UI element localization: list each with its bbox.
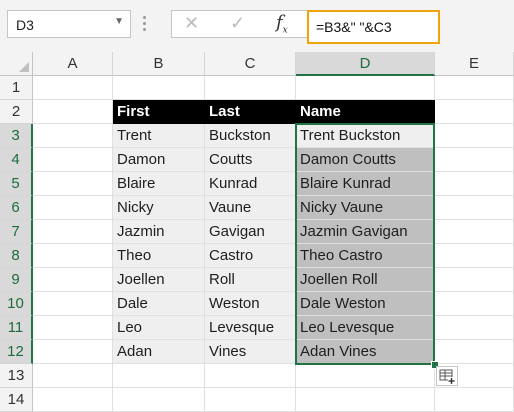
cell-a2[interactable] — [33, 100, 113, 124]
row-header-3[interactable]: 3 — [0, 124, 33, 148]
cell-b11[interactable]: Leo — [113, 316, 205, 340]
cell-a7[interactable] — [33, 220, 113, 244]
cell-b3[interactable]: Trent — [113, 124, 205, 148]
cell-c4[interactable]: Coutts — [205, 148, 296, 172]
cell-b13[interactable] — [113, 364, 205, 388]
cell-e12[interactable] — [435, 340, 514, 364]
formula-buttons: ✕ ✓ fx — [171, 10, 307, 38]
cell-c7[interactable]: Gavigan — [205, 220, 296, 244]
row-header-6[interactable]: 6 — [0, 196, 33, 220]
cell-b4[interactable]: Damon — [113, 148, 205, 172]
cell-a12[interactable] — [33, 340, 113, 364]
column-header-d[interactable]: D — [296, 52, 435, 76]
cell-c11[interactable]: Levesque — [205, 316, 296, 340]
cell-c5[interactable]: Kunrad — [205, 172, 296, 196]
row-header-5[interactable]: 5 — [0, 172, 33, 196]
cell-b7[interactable]: Jazmin — [113, 220, 205, 244]
cell-c1[interactable] — [205, 76, 296, 100]
formula-input[interactable]: =B3&" "&C3 — [307, 10, 440, 44]
close-icon[interactable]: ✕ — [184, 13, 199, 34]
cell-a4[interactable] — [33, 148, 113, 172]
cell-e5[interactable] — [435, 172, 514, 196]
cell-e8[interactable] — [435, 244, 514, 268]
column-header-e[interactable]: E — [435, 52, 514, 76]
cell-c6[interactable]: Vaune — [205, 196, 296, 220]
cell-b12[interactable]: Adan — [113, 340, 205, 364]
cell-e3[interactable] — [435, 124, 514, 148]
cell-b1[interactable] — [113, 76, 205, 100]
cell-e6[interactable] — [435, 196, 514, 220]
row-header-14[interactable]: 14 — [0, 388, 33, 412]
cell-d1[interactable] — [296, 76, 435, 100]
cell-b2[interactable]: First — [113, 100, 205, 124]
cell-e14[interactable] — [435, 388, 514, 412]
cell-a3[interactable] — [33, 124, 113, 148]
cell-b5[interactable]: Blaire — [113, 172, 205, 196]
chevron-down-icon[interactable]: ▼ — [114, 16, 124, 27]
row-header-9[interactable]: 9 — [0, 268, 33, 292]
cell-c9[interactable]: Roll — [205, 268, 296, 292]
cell-a6[interactable] — [33, 196, 113, 220]
cell-c2[interactable]: Last — [205, 100, 296, 124]
cell-e9[interactable] — [435, 268, 514, 292]
cell-a8[interactable] — [33, 244, 113, 268]
cell-e10[interactable] — [435, 292, 514, 316]
cell-e2[interactable] — [435, 100, 514, 124]
cell-b14[interactable] — [113, 388, 205, 412]
cell-e11[interactable] — [435, 316, 514, 340]
cell-e7[interactable] — [435, 220, 514, 244]
name-box-value: D3 — [16, 17, 34, 33]
cell-a14[interactable] — [33, 388, 113, 412]
cell-c8[interactable]: Castro — [205, 244, 296, 268]
cell-a9[interactable] — [33, 268, 113, 292]
formula-text: =B3&" "&C3 — [316, 19, 392, 35]
cell-b9[interactable]: Joellen — [113, 268, 205, 292]
cell-b6[interactable]: Nicky — [113, 196, 205, 220]
row-header-10[interactable]: 10 — [0, 292, 33, 316]
column-header-c[interactable]: C — [205, 52, 296, 76]
row-header-13[interactable]: 13 — [0, 364, 33, 388]
column-header-a[interactable]: A — [33, 52, 113, 76]
cell-c3[interactable]: Buckston — [205, 124, 296, 148]
cell-a11[interactable] — [33, 316, 113, 340]
check-icon[interactable]: ✓ — [230, 13, 245, 34]
cell-e1[interactable] — [435, 76, 514, 100]
cell-d14[interactable] — [296, 388, 435, 412]
row-header-12[interactable]: 12 — [0, 340, 33, 364]
column-header-b[interactable]: B — [113, 52, 205, 76]
row-header-1[interactable]: 1 — [0, 76, 33, 100]
select-all-corner[interactable] — [0, 52, 33, 76]
cell-a1[interactable] — [33, 76, 113, 100]
cell-a13[interactable] — [33, 364, 113, 388]
cell-e4[interactable] — [435, 148, 514, 172]
cell-b10[interactable]: Dale — [113, 292, 205, 316]
row-header-11[interactable]: 11 — [0, 316, 33, 340]
row-header-2[interactable]: 2 — [0, 100, 33, 124]
cell-a10[interactable] — [33, 292, 113, 316]
cell-d13[interactable] — [296, 364, 435, 388]
cell-c13[interactable] — [205, 364, 296, 388]
cell-c10[interactable]: Weston — [205, 292, 296, 316]
fx-icon[interactable]: fx — [276, 12, 288, 36]
cell-b8[interactable]: Theo — [113, 244, 205, 268]
row-header-8[interactable]: 8 — [0, 244, 33, 268]
cell-c12[interactable]: Vines — [205, 340, 296, 364]
cell-d2[interactable]: Name — [296, 100, 435, 124]
name-box[interactable]: D3 ▼ — [7, 10, 131, 38]
quick-analysis-icon[interactable] — [436, 366, 458, 386]
grip-icon[interactable] — [142, 16, 148, 34]
formula-bar-area: D3 ▼ ✕ ✓ fx =B3&" "&C3 — [0, 0, 514, 52]
row-header-7[interactable]: 7 — [0, 220, 33, 244]
cell-c14[interactable] — [205, 388, 296, 412]
row-header-4[interactable]: 4 — [0, 148, 33, 172]
cell-a5[interactable] — [33, 172, 113, 196]
selection-outline — [295, 123, 435, 365]
